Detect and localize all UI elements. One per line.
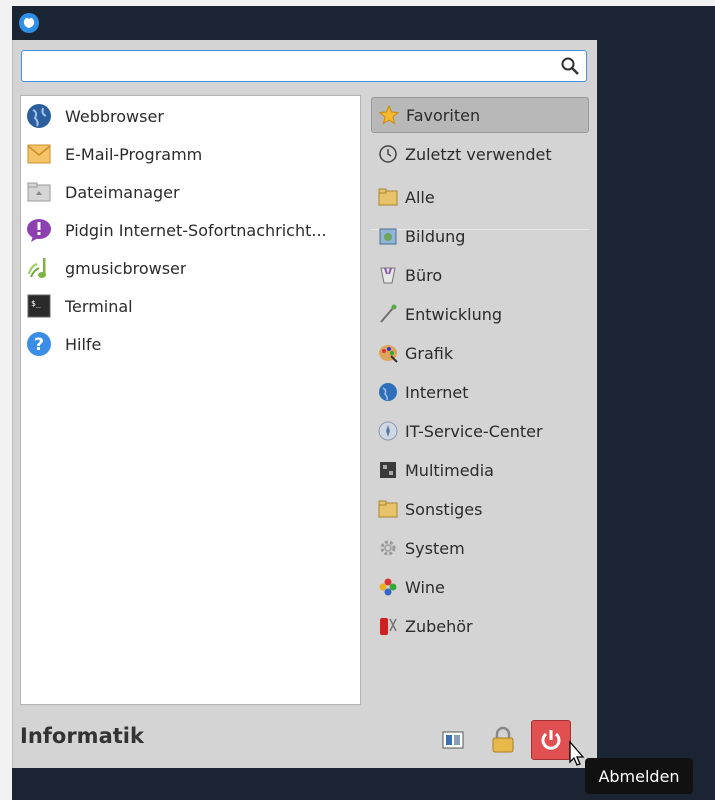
category-list: Favoriten Zuletzt verwendet Alle Bildung… [369,95,591,705]
list-item-label: Terminal [65,296,133,316]
whisker-menu-logo-icon[interactable] [12,6,46,40]
category-label: Wine [405,577,445,597]
desktop-background [596,40,715,800]
pidgin-icon [27,219,51,242]
list-item-label: Pidgin Internet-Sofortnachricht... [65,220,327,240]
category-label: Entwicklung [405,304,502,324]
whisker-menu: Webbrowser E-Mail-Programm Dateimanager … [12,40,597,768]
settings-panel-icon [442,731,464,749]
category-recent[interactable]: Zuletzt verwendet [371,136,589,172]
category-label: Grafik [405,343,454,363]
globe-icon [379,383,397,401]
list-item-help[interactable]: ? Hilfe [25,326,359,362]
category-label: Büro [405,265,443,285]
development-icon [380,304,397,323]
list-item-file-manager[interactable]: Dateimanager [25,174,359,210]
list-item-email[interactable]: E-Mail-Programm [25,136,359,172]
category-label: System [405,538,465,558]
accessories-icon [380,618,397,635]
gear-icon [380,540,396,556]
terminal-icon: $_ [27,294,51,318]
list-item-gmusicbrowser[interactable]: gmusicbrowser [25,250,359,286]
help-icon: ? [27,332,51,356]
top-panel [12,6,715,40]
category-label: Bildung [405,226,466,246]
search-input[interactable] [28,55,552,79]
category-multimedia[interactable]: Multimedia [371,452,589,488]
category-label: Sonstiges [405,499,483,519]
folder-icon [378,500,398,518]
category-education[interactable]: Bildung [371,218,589,254]
list-item-label: gmusicbrowser [65,258,187,278]
list-item-label: E-Mail-Programm [65,144,203,164]
search-icon [561,57,579,75]
category-label: Favoriten [406,105,481,125]
category-favorites[interactable]: Favoriten [371,97,589,133]
office-icon [380,267,396,284]
category-label: Zuletzt verwendet [405,144,552,164]
history-icon [379,145,397,163]
category-label: Internet [405,382,469,402]
category-internet[interactable]: Internet [371,374,589,410]
category-other[interactable]: Sonstiges [371,491,589,527]
search-box[interactable] [21,50,587,82]
category-label: Multimedia [405,460,494,480]
music-note-icon [28,258,46,278]
wine-icon [379,578,397,596]
list-item-label: Hilfe [65,334,102,354]
power-icon [541,730,561,750]
username-label: Informatik [20,724,144,748]
category-it-service-center[interactable]: IT-Service-Center [371,413,589,449]
category-office[interactable]: Büro [371,257,589,293]
palette-icon [379,345,398,363]
category-development[interactable]: Entwicklung [371,296,589,332]
category-accessories[interactable]: Zubehör [371,608,589,644]
desktop-background-bottom [12,768,597,800]
education-icon [379,228,397,245]
category-label: Alle [405,187,435,207]
category-all[interactable]: Alle [371,179,589,215]
category-label: Zubehör [405,616,473,636]
folder-icon [378,188,398,206]
globe-icon [27,104,51,128]
folder-home-icon [27,182,51,202]
list-item-label: Webbrowser [65,106,164,126]
star-icon [378,104,400,125]
favorites-list: Webbrowser E-Mail-Programm Dateimanager … [20,95,361,705]
lock-icon [492,726,514,753]
category-graphics[interactable]: Grafik [371,335,589,371]
list-item-label: Dateimanager [65,182,180,202]
svg-text:$_: $_ [31,299,41,308]
list-item-webbrowser[interactable]: Webbrowser [25,98,359,134]
multimedia-icon [380,462,396,478]
category-label: IT-Service-Center [405,421,543,441]
settings-button[interactable] [433,720,473,760]
service-icon [378,421,398,441]
list-item-pidgin[interactable]: Pidgin Internet-Sofortnachricht... [25,212,359,248]
category-system[interactable]: System [371,530,589,566]
lock-screen-button[interactable] [483,720,523,760]
list-item-terminal[interactable]: $_ Terminal [25,288,359,324]
svg-text:?: ? [34,335,44,355]
category-wine[interactable]: Wine [371,569,589,605]
mail-icon [27,144,51,164]
tooltip: Abmelden [585,758,693,794]
